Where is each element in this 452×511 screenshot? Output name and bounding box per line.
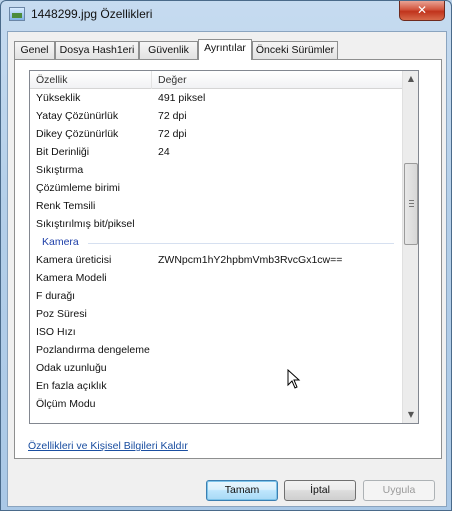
property-name: Sıkıştırılmış bit/piksel: [36, 218, 135, 230]
property-name: Bit Derinliği: [36, 146, 90, 158]
property-name: Sıkıştırma: [36, 164, 84, 176]
group-divider: [88, 243, 394, 244]
property-name: Odak uzunluğu: [36, 362, 107, 374]
group-label: Kamera: [42, 236, 79, 248]
tab-guvenlik[interactable]: Güvenlik: [139, 41, 198, 59]
tab-onceki-surumler[interactable]: Önceki Sürümler: [252, 41, 338, 59]
property-name: ISO Hızı: [36, 326, 76, 338]
property-value: 72 dpi: [158, 128, 187, 140]
list-header: Özellik Değer: [30, 71, 402, 89]
title-bar[interactable]: 1448299.jpg Özellikleri ✕: [1, 1, 451, 29]
list-item[interactable]: Yatay Çözünürlük 72 dpi: [30, 107, 402, 125]
list-item[interactable]: ISO Hızı: [30, 323, 402, 341]
column-header-property[interactable]: Özellik: [30, 71, 152, 89]
cancel-button[interactable]: İptal: [284, 480, 356, 501]
ok-button[interactable]: Tamam: [206, 480, 278, 501]
tab-genel[interactable]: Genel: [14, 41, 55, 59]
remove-properties-link[interactable]: Özellikleri ve Kişisel Bilgileri Kaldır: [28, 440, 188, 452]
list-item[interactable]: Kamera Modeli: [30, 269, 402, 287]
property-name: Kamera Modeli: [36, 272, 107, 284]
mouse-cursor-icon: [287, 369, 301, 389]
image-file-icon: [9, 7, 25, 21]
property-value: ZWNpcm1hY2hpbmVmb3RvcGx1cw==: [158, 254, 343, 266]
properties-list[interactable]: Özellik Değer Yükseklik 491 piksel Yatay Ç…: [29, 70, 419, 424]
list-item[interactable]: Ölçüm Modu: [30, 395, 402, 413]
list-item[interactable]: Poz Süresi: [30, 305, 402, 323]
dialog-client: Genel Dosya Hash1eri Güvenlik Ayrıntılar…: [7, 31, 447, 507]
property-value: 24: [158, 146, 170, 158]
property-name: Poz Süresi: [36, 308, 87, 320]
list-item[interactable]: F durağı: [30, 287, 402, 305]
list-item[interactable]: En fazla açıklık: [30, 377, 402, 395]
list-item[interactable]: Pozlandırma dengeleme: [30, 341, 402, 359]
property-name: En fazla açıklık: [36, 380, 107, 392]
list-item[interactable]: Odak uzunluğu: [30, 359, 402, 377]
property-name: Renk Temsili: [36, 200, 96, 212]
down-arrow-icon[interactable]: ▼: [403, 407, 418, 423]
scrollbar-thumb[interactable]: [404, 163, 418, 245]
list-item[interactable]: Bit Derinliği 24: [30, 143, 402, 161]
property-name: F durağı: [36, 290, 76, 302]
property-name: Dikey Çözünürlük: [36, 128, 119, 140]
group-header[interactable]: Kamera: [30, 233, 402, 251]
apply-button[interactable]: Uygula: [363, 480, 435, 501]
window-title: 1448299.jpg Özellikleri: [31, 7, 153, 21]
column-header-value[interactable]: Değer: [152, 71, 402, 89]
tab-ayrintilar[interactable]: Ayrıntılar: [198, 39, 252, 60]
tab-dosya-hashleri[interactable]: Dosya Hash1eri: [55, 41, 139, 59]
property-name: Pozlandırma dengeleme: [36, 344, 150, 356]
close-button[interactable]: ✕: [399, 1, 445, 21]
property-name: Yatay Çözünürlük: [36, 110, 119, 122]
property-name: Kamera üreticisi: [36, 254, 112, 266]
details-panel: Özellik Değer Yükseklik 491 piksel Yatay Ç…: [14, 59, 442, 459]
list-item[interactable]: Kamera üreticisi ZWNpcm1hY2hpbmVmb3RvcGx1…: [30, 251, 402, 269]
list-item[interactable]: Sıkıştırılmış bit/piksel: [30, 215, 402, 233]
property-name: Ölçüm Modu: [36, 398, 96, 410]
up-arrow-icon[interactable]: ▲: [403, 71, 418, 87]
property-value: 491 piksel: [158, 92, 206, 104]
property-name: Yükseklik: [36, 92, 81, 104]
grip-icon: [409, 200, 414, 207]
property-name: Çözümleme birimi: [36, 182, 121, 194]
list-item[interactable]: Renk Temsili: [30, 197, 402, 215]
list-item[interactable]: Çözümleme birimi: [30, 179, 402, 197]
properties-window: 1448299.jpg Özellikleri ✕ Genel Dosya Ha…: [0, 0, 452, 511]
property-value: 72 dpi: [158, 110, 187, 122]
vertical-scrollbar[interactable]: ▲ ▼: [402, 71, 418, 423]
list-item[interactable]: Dikey Çözünürlük 72 dpi: [30, 125, 402, 143]
list-item[interactable]: Sıkıştırma: [30, 161, 402, 179]
list-item[interactable]: Yükseklik 491 piksel: [30, 89, 402, 107]
